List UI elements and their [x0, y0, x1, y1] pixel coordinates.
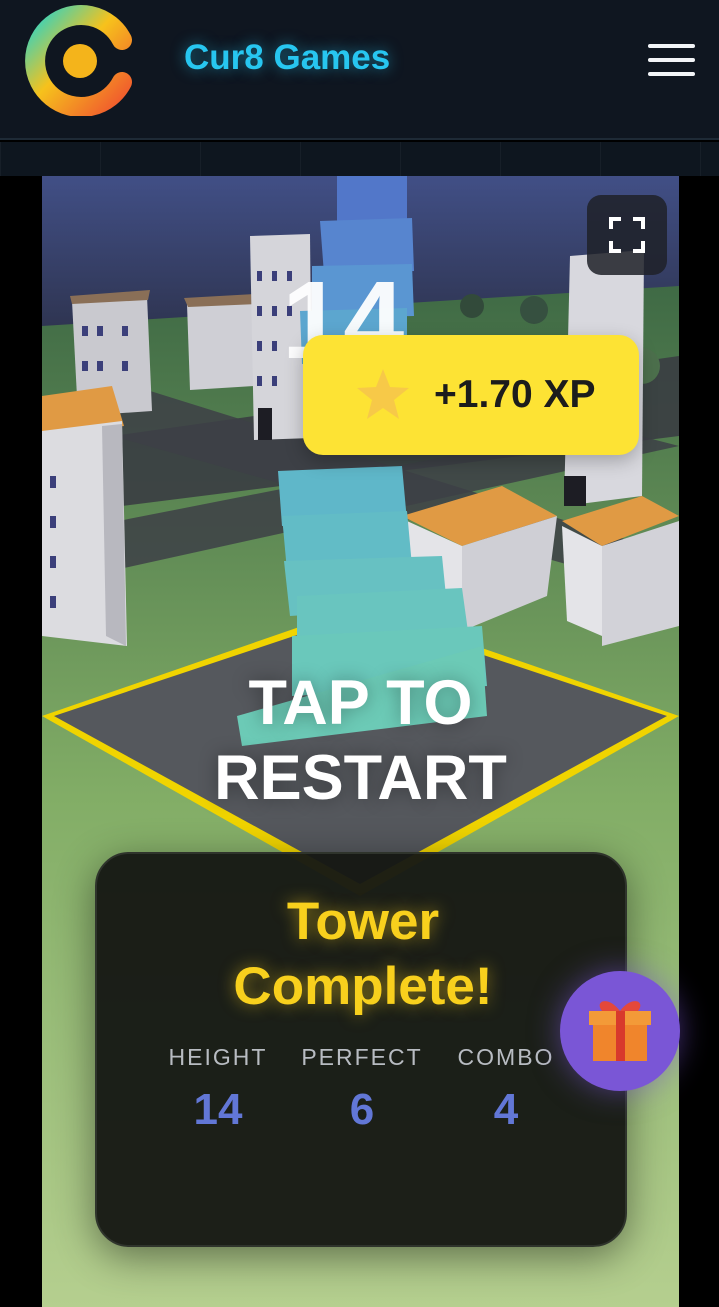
restart-line-2: RESTART: [214, 743, 507, 813]
header-sub-bar: [0, 142, 719, 176]
stat-label: HEIGHT: [168, 1044, 268, 1070]
fullscreen-button[interactable]: [587, 195, 667, 275]
cur8-logo-icon[interactable]: [24, 4, 136, 116]
result-title-line-2: Complete!: [233, 957, 493, 1016]
stat-combo: COMBO 4: [431, 1044, 581, 1135]
stat-value: 4: [493, 1085, 519, 1134]
restart-line-1: TAP TO: [248, 668, 473, 738]
game-canvas[interactable]: 14 +1.70 XP TAP TO RESTART Tower Complet…: [42, 176, 679, 1307]
gift-button[interactable]: [560, 971, 680, 1091]
site-header: Cur8 Games: [0, 0, 719, 140]
result-title: Tower Complete!: [97, 889, 629, 1019]
fullscreen-icon: [609, 217, 645, 253]
brand-name[interactable]: Cur8 Games: [184, 38, 390, 78]
stat-perfect: PERFECT 6: [287, 1044, 437, 1135]
gift-icon: [589, 1001, 651, 1061]
star-icon: [357, 369, 409, 419]
stat-label: COMBO: [457, 1044, 555, 1070]
result-title-line-1: Tower: [286, 892, 440, 951]
tower-complete-card: Tower Complete! HEIGHT 14 PERFECT 6 COMB…: [95, 852, 627, 1247]
xp-amount: +1.70 XP: [434, 373, 596, 416]
stat-value: 6: [349, 1085, 375, 1134]
stat-label: PERFECT: [301, 1044, 423, 1070]
stat-value: 14: [193, 1085, 243, 1134]
xp-reward-toast: +1.70 XP: [303, 335, 639, 455]
tap-to-restart[interactable]: TAP TO RESTART: [42, 666, 679, 816]
hamburger-menu-icon[interactable]: [642, 40, 698, 80]
stat-height: HEIGHT 14: [143, 1044, 293, 1135]
